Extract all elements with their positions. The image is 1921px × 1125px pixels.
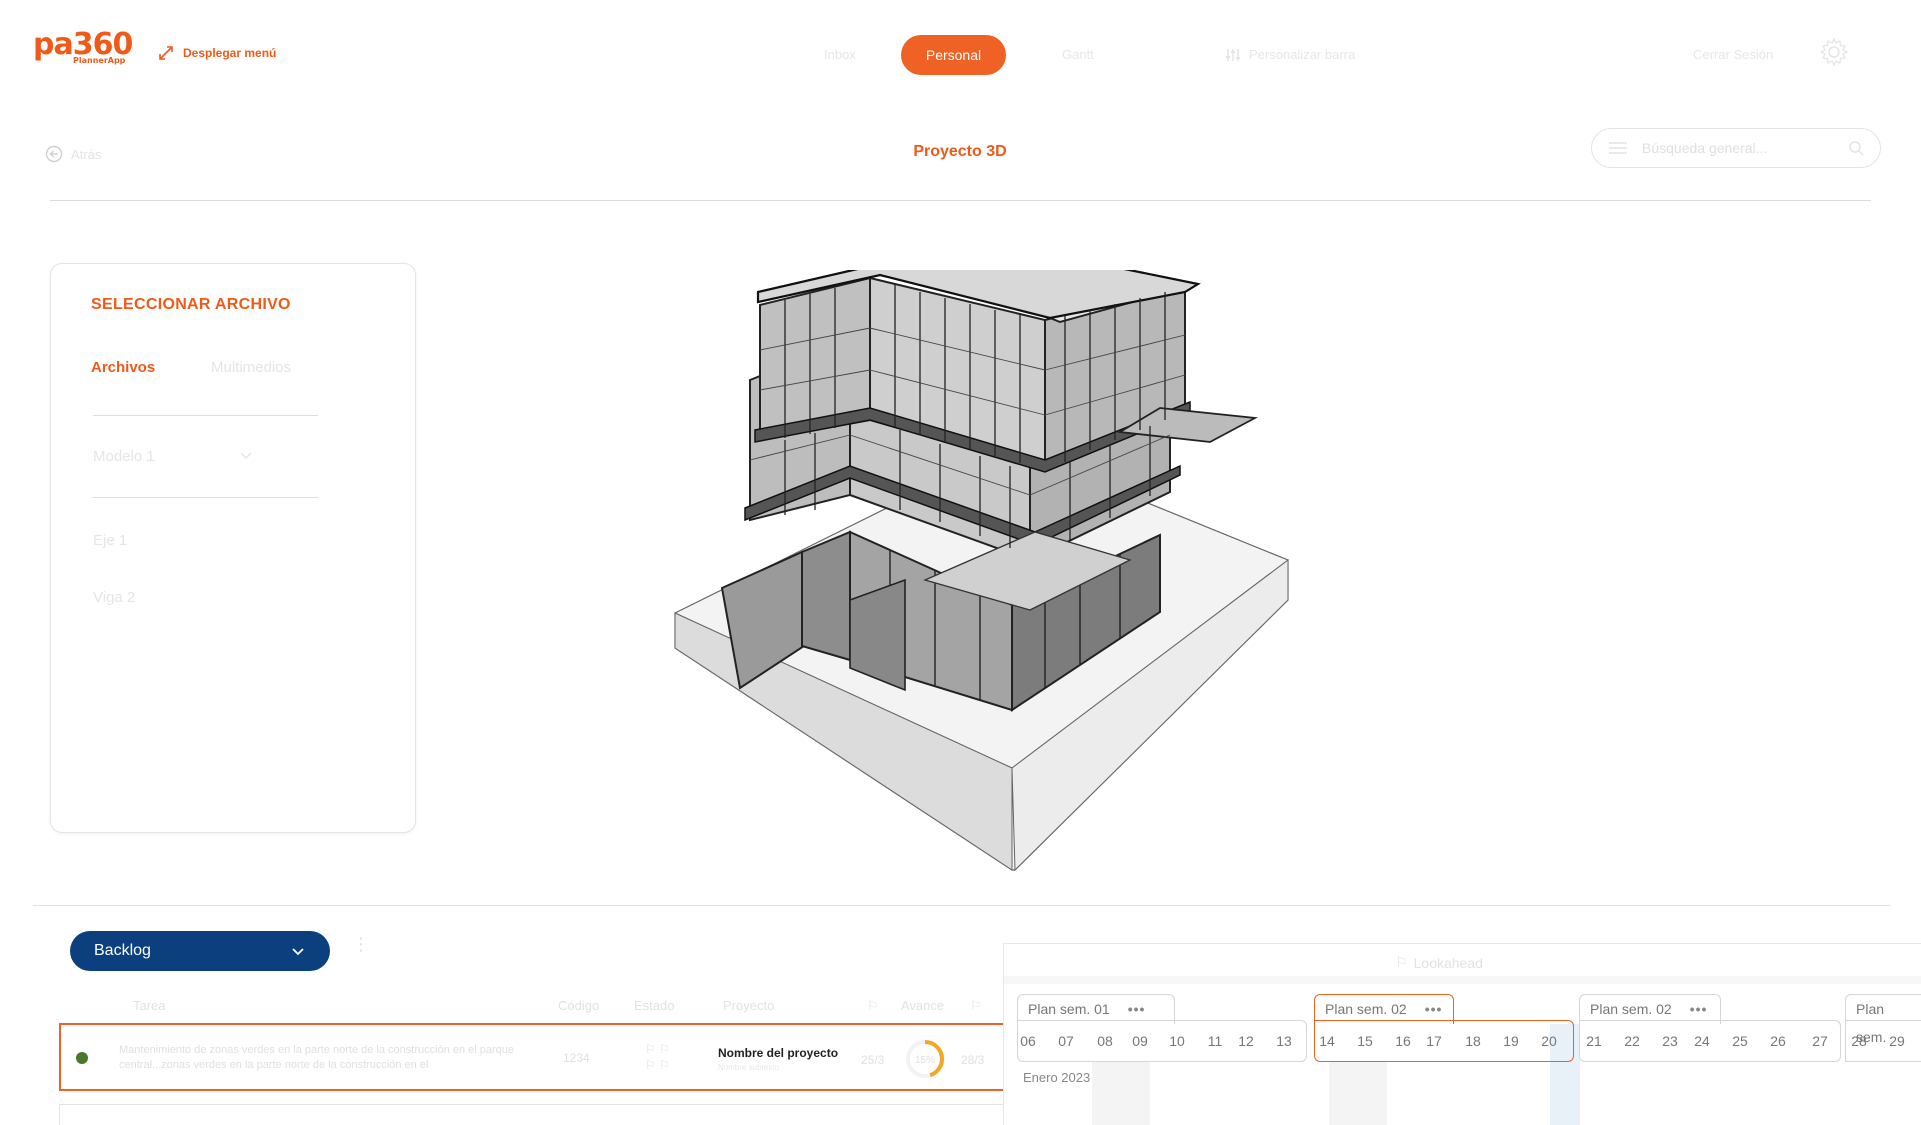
day-cell[interactable]: 28 — [1844, 1033, 1874, 1049]
flag-icon: ⚐ — [867, 998, 879, 1013]
tab-multimedia[interactable]: Multimedios — [211, 359, 291, 376]
day-shade — [1329, 1062, 1387, 1125]
lookahead-title: Lookahead — [1413, 954, 1483, 971]
start-date: 25/3 — [861, 1053, 885, 1067]
lookahead-band — [1004, 976, 1921, 984]
element-item[interactable]: Eje 1 — [93, 532, 127, 549]
flag-icon: ⚐ — [1395, 954, 1408, 970]
panel-title: SELECCIONAR ARCHIVO — [91, 296, 291, 313]
nav-personalize-bar[interactable]: Personalizar barra — [1225, 35, 1355, 75]
day-cell[interactable]: 27 — [1805, 1033, 1835, 1049]
day-cell[interactable]: 24 — [1687, 1033, 1717, 1049]
month-label: Enero 2023 — [1023, 1070, 1091, 1085]
day-cell[interactable]: 18 — [1458, 1033, 1488, 1049]
menu-icon[interactable] — [1608, 141, 1628, 155]
element-item[interactable]: Viga 2 — [93, 589, 135, 606]
nav-gantt[interactable]: Gantt — [1062, 35, 1094, 75]
file-select-panel: SELECCIONAR ARCHIVO Archivos Multimedios… — [50, 263, 416, 833]
model-select[interactable]: Modelo 1 — [93, 448, 253, 465]
flag-icon: ⚐ — [970, 998, 982, 1013]
kebab-menu-icon[interactable]: ⋮ — [352, 935, 370, 962]
project-subtext: Nombre subtexto — [718, 1063, 779, 1072]
gear-icon[interactable] — [1818, 36, 1850, 68]
day-cell[interactable]: 21 — [1579, 1033, 1609, 1049]
day-cell[interactable]: 20 — [1534, 1033, 1564, 1049]
day-cell[interactable]: 12 — [1231, 1033, 1261, 1049]
backlog-dropdown-label: Backlog — [94, 942, 151, 959]
search-input[interactable] — [1642, 140, 1834, 156]
back-label: Atrás — [71, 146, 102, 162]
day-cell[interactable]: 08 — [1090, 1033, 1120, 1049]
day-cell[interactable]: 11 — [1200, 1033, 1230, 1049]
day-cell[interactable]: 23 — [1655, 1033, 1685, 1049]
nav-inbox[interactable]: Inbox — [824, 35, 856, 75]
progress-ring: 15% — [906, 1040, 944, 1078]
lookahead-header: ⚐ Lookahead — [1004, 954, 1874, 971]
status-flags: ⚐ ⚐ ⚐ ⚐ — [645, 1042, 670, 1072]
tab-files[interactable]: Archivos — [91, 359, 155, 376]
header-divider — [50, 200, 1871, 201]
column-progress[interactable]: Avance — [901, 998, 944, 1013]
column-code[interactable]: Código — [558, 998, 599, 1013]
status-dot — [76, 1052, 88, 1064]
day-cell[interactable]: 19 — [1496, 1033, 1526, 1049]
day-cell[interactable]: 17 — [1419, 1033, 1449, 1049]
back-arrow-icon — [45, 145, 63, 163]
day-cell[interactable]: 09 — [1125, 1033, 1155, 1049]
day-cell[interactable]: 06 — [1013, 1033, 1043, 1049]
task-code: 1234 — [563, 1051, 590, 1065]
table-row[interactable]: Mantenimiento de zonas verdes en la part… — [59, 1023, 1005, 1091]
day-cell[interactable]: 26 — [1763, 1033, 1793, 1049]
model-select-value: Modelo 1 — [93, 448, 155, 465]
sliders-icon — [1226, 49, 1240, 61]
progress-value: 15% — [915, 1055, 935, 1066]
search-box — [1591, 128, 1881, 168]
day-cell[interactable]: 10 — [1162, 1033, 1192, 1049]
table-row[interactable] — [59, 1104, 1005, 1125]
panel-divider — [93, 415, 318, 416]
column-project[interactable]: Proyecto — [723, 998, 774, 1013]
day-cell[interactable]: 16 — [1388, 1033, 1418, 1049]
chevron-down-icon — [292, 948, 304, 956]
lookahead-panel: ⚐ Lookahead Plan sem. 01 ••• Plan sem. 0… — [1003, 943, 1921, 1125]
task-description: Mantenimiento de zonas verdes en la part… — [119, 1044, 515, 1071]
page-title: Proyecto 3D — [913, 143, 1007, 160]
nav-personalize-label: Personalizar barra — [1249, 47, 1356, 62]
back-button[interactable]: Atrás — [45, 145, 101, 163]
end-date: 28/3 — [961, 1053, 985, 1067]
table-header: Tarea Código Estado Proyecto ⚐ Avance ⚐ — [60, 998, 1005, 1018]
column-task[interactable]: Tarea — [133, 998, 166, 1013]
nav-personal[interactable]: Personal — [901, 35, 1006, 75]
day-shade — [1092, 1062, 1150, 1125]
day-cell[interactable]: 25 — [1725, 1033, 1755, 1049]
day-cell[interactable]: 22 — [1617, 1033, 1647, 1049]
backlog-dropdown[interactable]: Backlog — [70, 931, 330, 971]
day-cell[interactable]: 15 — [1350, 1033, 1380, 1049]
panel-divider — [93, 497, 318, 498]
section-divider — [33, 905, 1890, 906]
search-icon[interactable] — [1848, 140, 1864, 156]
day-cell[interactable]: 07 — [1051, 1033, 1081, 1049]
column-status[interactable]: Estado — [634, 998, 674, 1013]
day-cell[interactable]: 13 — [1269, 1033, 1299, 1049]
day-cell[interactable]: 14 — [1312, 1033, 1342, 1049]
day-cell[interactable]: 29 — [1882, 1033, 1912, 1049]
project-name: Nombre del proyecto — [718, 1046, 839, 1060]
building-3d-model[interactable] — [650, 270, 1300, 880]
chevron-down-icon — [240, 452, 252, 460]
nav-logout[interactable]: Cerrar Sesión — [1693, 35, 1773, 75]
